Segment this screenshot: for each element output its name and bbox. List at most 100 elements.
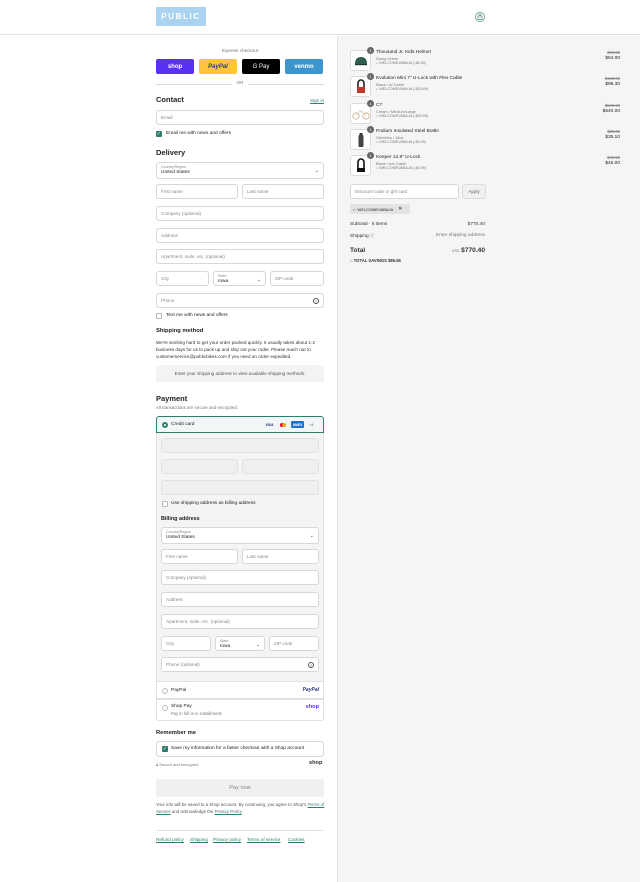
express-checkout-label: Express checkout [221,48,259,53]
line-item: 1 Thousand Jr. Kids Helmet Going Green ⌂… [350,47,620,75]
shop-pay-radio[interactable] [162,705,168,711]
zip-input[interactable]: ZIP code [270,271,324,286]
discount-code-input[interactable]: Discount code or gift card [350,184,459,199]
remember-me-box[interactable]: Save my information for a faster checkou… [156,741,324,757]
billing-apartment-input[interactable]: Apartment, suite, etc. (optional) [161,614,319,629]
name-on-card-field[interactable] [161,480,319,495]
quantity-badge: 1 [367,126,374,133]
billing-first-name-input[interactable]: First name [161,549,238,564]
apartment-input[interactable]: Apartment, suite, etc. (optional) [156,249,324,264]
company-input[interactable]: Company (optional) [156,206,324,221]
tag-icon: ⌂ [376,166,379,170]
sale-price: $540.00 [602,109,620,114]
sign-in-link[interactable]: Sign in [310,98,324,103]
bottle-icon [358,132,363,147]
paypal-label: PayPal [171,688,187,693]
help-icon[interactable]: ? [308,662,314,668]
paypal-button[interactable]: PayPal [199,59,237,74]
credit-card-radio[interactable] [162,422,168,428]
remember-me-label: Save my information for a faster checkou… [171,746,305,751]
help-icon[interactable]: ? [313,298,319,304]
visa-icon: VISA [265,422,274,427]
shopping-bag-icon[interactable] [475,12,485,22]
u-lock-icon [356,157,365,172]
shop-pay-button[interactable]: shop [156,59,194,74]
quantity-badge: 1 [367,152,374,159]
card-number-field[interactable] [161,438,319,453]
security-code-field[interactable] [242,459,319,474]
help-icon[interactable]: ⓘ [370,233,374,238]
footer-divider [156,830,324,831]
shipping-notice: Enter your shipping address to view avai… [156,365,324,382]
use-shipping-checkbox[interactable] [162,501,168,507]
address-input[interactable]: Address [156,228,324,243]
email-input[interactable]: Email [156,110,324,125]
checkout-form: Express checkout shop PayPal G Pay venmo… [0,36,336,882]
sale-price: $96.30 [605,82,620,87]
product-discount: ⌂ WELCOMEVABAJA (-$6.00) [376,61,426,65]
state-select[interactable]: State Iowa ⌄ [213,271,266,286]
email-news-checkbox[interactable] [156,131,162,137]
refund-policy-link[interactable]: Refund policy [156,837,184,842]
expiry-field[interactable] [161,459,238,474]
paypal-option[interactable]: PayPal PayPal [156,681,324,699]
helmet-icon [354,56,367,65]
contact-heading: Contact [156,95,184,104]
u-lock-icon [356,78,365,93]
text-news-checkbox[interactable] [156,313,162,319]
tag-icon: ⌂ [350,258,353,263]
tag-icon: ⌂ [353,206,356,212]
sale-price: $45.00 [605,161,620,166]
product-name: Keeper 12.8" U-Lock [376,155,421,160]
shop-pay-option[interactable]: Shop Pay Pay in full or in installments … [156,699,324,721]
first-name-input[interactable]: First name [156,184,238,199]
billing-address-input[interactable]: Address [161,592,319,607]
terms-of-service-link[interactable]: Terms of service [247,837,280,842]
google-pay-button[interactable]: G Pay [242,59,280,74]
email-news-label: Email me with news and offers [166,131,231,136]
billing-phone-input[interactable]: Phone (optional) ? [161,657,319,672]
shipping-policy-link[interactable]: Shipping [190,837,208,842]
billing-heading: Billing address [161,516,200,522]
phone-input[interactable]: Phone ? [156,293,324,308]
public-logo[interactable]: PUBLIC [156,7,206,26]
venmo-button[interactable]: venmo [285,59,323,74]
billing-zip-input[interactable]: ZIP code [269,636,319,651]
remove-code-icon[interactable]: ✕ [398,206,402,212]
use-shipping-label: Use shipping address as billing address [171,501,256,506]
credit-card-option[interactable]: Credit card VISA AMEX +4 [156,416,324,433]
billing-state-select[interactable]: State Iowa ⌄ [215,636,265,651]
pay-now-button[interactable]: Pay now [156,779,324,797]
apply-button[interactable]: Apply [462,184,486,199]
original-price: $60.00 [607,50,620,55]
sale-price: $35.10 [605,135,620,140]
billing-last-name-input[interactable]: Last name [242,549,319,564]
last-name-input[interactable]: Last name [242,184,324,199]
billing-company-input[interactable]: Company (optional) [161,570,319,585]
or-divider: OR [156,80,324,88]
city-input[interactable]: City [156,271,209,286]
shop-pay-subtitle: Pay in full or in installments [171,711,222,716]
total-savings-row: ⌂ TOTAL SAVINGS $85.56 [350,258,401,263]
tag-icon: ⌂ [376,114,379,118]
line-item: 1 Evolution Mini 7" U-Lock with Flex Cab… [350,73,620,101]
privacy-policy-link[interactable]: Privacy policy [213,837,241,842]
cookies-link[interactable]: Cookies [288,837,305,842]
shop-pay-label: Shop Pay [171,704,192,709]
chevron-down-icon: ⌄ [255,642,260,648]
site-header: PUBLIC [0,0,640,35]
country-select[interactable]: Country/Region United States ⌄ [156,162,324,179]
remember-me-checkbox[interactable] [162,746,168,752]
billing-city-input[interactable]: City [161,636,211,651]
quantity-badge: 1 [367,100,374,107]
original-price: $39.00 [607,129,620,134]
billing-country-select[interactable]: Country/Region United States ⌄ [161,527,319,544]
paypal-radio[interactable] [162,688,168,694]
shop-privacy-link[interactable]: Privacy Policy [215,809,242,814]
line-item: 1 Podium Insulated Steel Bottle Stainles… [350,126,620,154]
credit-card-label: Credit card [171,422,195,427]
product-name: Podium Insulated Steel Bottle [376,129,439,134]
discount-code-chip: ⌂ WELCOMEVABAJA ✕ [350,204,410,214]
payment-subtitle: All transactions are secure and encrypte… [156,405,239,410]
quantity-badge: 1 [367,47,374,54]
